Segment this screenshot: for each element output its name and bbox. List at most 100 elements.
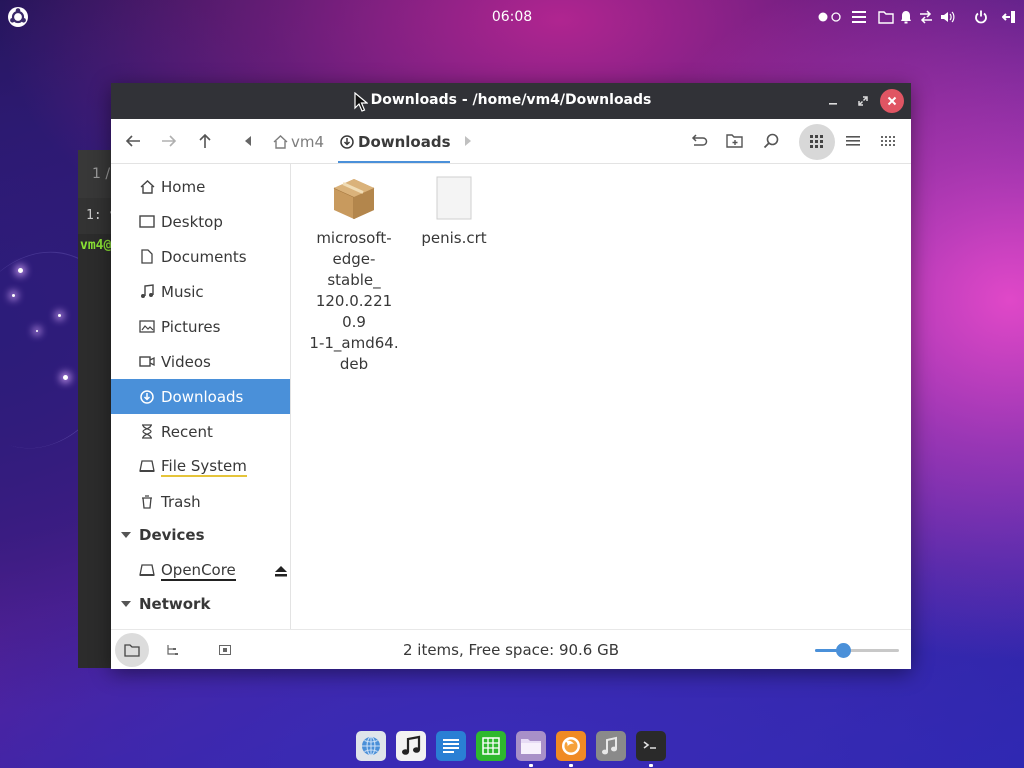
waveform-icon xyxy=(602,736,617,755)
mouse-cursor-icon xyxy=(354,91,369,112)
running-indicator xyxy=(649,764,653,767)
back-button[interactable] xyxy=(117,125,149,157)
dock-spreadsheet[interactable] xyxy=(476,731,506,761)
dock-text-editor[interactable] xyxy=(436,731,466,761)
file-name-line: penis.crt xyxy=(421,229,487,247)
generic-file-icon xyxy=(430,174,478,222)
file-name-line: edge- xyxy=(332,250,376,268)
wallpaper-sparkle xyxy=(58,314,61,317)
folder-icon[interactable] xyxy=(878,7,894,27)
sidebar-section-network[interactable]: Network xyxy=(111,589,290,619)
wallpaper-sparkle xyxy=(63,375,68,380)
sidebar-item-file-system[interactable]: File System xyxy=(111,449,290,484)
sidebar-item-label: Trash xyxy=(161,492,201,511)
minimize-button[interactable] xyxy=(821,89,845,113)
window-title: Downloads - /home/vm4/Downloads xyxy=(370,92,652,108)
sidebar-item-label: Home xyxy=(161,177,206,196)
file-item[interactable]: microsoft- edge- stable_ 120.0.2210.9 1-… xyxy=(309,174,399,375)
compact-view-button[interactable] xyxy=(872,125,904,157)
forward-button[interactable] xyxy=(153,125,185,157)
logout-icon[interactable] xyxy=(1002,7,1016,27)
eject-icon[interactable] xyxy=(275,565,287,577)
up-button[interactable] xyxy=(189,125,221,157)
undo-button[interactable] xyxy=(683,125,715,157)
wallpaper-sparkle xyxy=(18,268,23,273)
dock-terminal[interactable] xyxy=(636,731,666,767)
wallpaper-sparkle xyxy=(36,330,38,332)
download-icon xyxy=(139,389,155,405)
sidebar-item-label: File System xyxy=(161,456,247,477)
expander-icon xyxy=(121,601,131,607)
dock-web-browser[interactable] xyxy=(356,731,386,761)
system-tray xyxy=(812,7,1016,27)
video-icon xyxy=(139,354,155,370)
sidebar-item-music[interactable]: Music xyxy=(111,274,290,309)
list-view-icon xyxy=(846,136,860,146)
toggle-dots-icon[interactable] xyxy=(818,7,842,27)
compact-view-icon xyxy=(881,136,895,146)
search-button[interactable] xyxy=(755,125,787,157)
table-icon xyxy=(482,737,500,755)
new-folder-button[interactable] xyxy=(719,125,751,157)
globe-icon xyxy=(362,736,380,756)
sidebar-item-opencore[interactable]: OpenCore xyxy=(111,553,290,588)
dock-audio-editor[interactable] xyxy=(596,731,626,761)
volume-icon[interactable] xyxy=(940,7,956,27)
zoom-slider[interactable] xyxy=(815,643,899,658)
drive-icon xyxy=(139,563,155,579)
status-text: 2 items, Free space: 90.6 GB xyxy=(402,641,620,659)
arrow-up-icon xyxy=(199,133,211,148)
sidebar-item-label: Recent xyxy=(161,422,213,441)
zoom-slider-handle[interactable] xyxy=(835,643,851,658)
file-item[interactable]: penis.crt xyxy=(409,174,499,249)
dock-music-player[interactable] xyxy=(396,731,426,761)
toolbar: vm4 Downloads xyxy=(111,119,911,164)
power-icon[interactable] xyxy=(974,7,988,27)
list-view-button[interactable] xyxy=(837,125,869,157)
sidebar: Home Desktop Documents Music Pictures Vi… xyxy=(111,164,291,629)
sidebar-item-videos[interactable]: Videos xyxy=(111,344,290,379)
dock-files[interactable] xyxy=(516,731,546,767)
home-icon xyxy=(139,179,155,195)
window-titlebar[interactable]: Downloads - /home/vm4/Downloads xyxy=(111,83,911,119)
menu-icon[interactable] xyxy=(852,7,866,27)
hourglass-icon xyxy=(139,424,155,440)
sidebar-item-recent[interactable]: Recent xyxy=(111,414,290,449)
bell-icon[interactable] xyxy=(900,7,912,27)
wallpaper-sparkle xyxy=(12,294,15,297)
minimize-icon xyxy=(829,103,837,105)
sidebar-item-label: Music xyxy=(161,282,204,301)
close-button[interactable] xyxy=(880,89,904,113)
sidebar-item-desktop[interactable]: Desktop xyxy=(111,204,290,239)
maximize-button[interactable] xyxy=(851,89,875,113)
running-indicator xyxy=(529,764,533,767)
sidebar-item-label: Pictures xyxy=(161,317,221,336)
close-icon xyxy=(887,96,897,106)
triangle-left-icon xyxy=(245,136,251,146)
status-bar: 2 items, Free space: 90.6 GB xyxy=(111,629,911,669)
breadcrumb-scroll-right[interactable] xyxy=(451,125,483,157)
sidebar-section-label: Network xyxy=(139,595,211,613)
breadcrumb-scroll-left[interactable] xyxy=(233,125,265,157)
maximize-icon xyxy=(858,96,868,106)
triangle-right-icon xyxy=(465,136,471,146)
arrow-right-icon xyxy=(162,135,177,147)
dock-firefox[interactable] xyxy=(556,731,586,767)
file-name-line: deb xyxy=(339,355,369,373)
sidebar-item-downloads[interactable]: Downloads xyxy=(111,379,290,414)
network-icon[interactable] xyxy=(918,7,934,27)
icon-view-button[interactable] xyxy=(799,124,835,160)
sidebar-item-label: Downloads xyxy=(161,387,244,406)
file-view[interactable]: microsoft- edge- stable_ 120.0.2210.9 1-… xyxy=(292,164,911,629)
expander-icon xyxy=(121,532,131,538)
home-icon xyxy=(273,135,288,149)
sidebar-item-trash[interactable]: Trash xyxy=(111,484,290,519)
sidebar-section-devices[interactable]: Devices xyxy=(111,520,290,550)
sidebar-item-documents[interactable]: Documents xyxy=(111,239,290,274)
breadcrumb-vm4[interactable]: vm4 xyxy=(273,133,324,151)
breadcrumb-downloads[interactable]: Downloads xyxy=(340,133,451,151)
sidebar-item-home[interactable]: Home xyxy=(111,169,290,204)
music-icon xyxy=(139,284,155,300)
sidebar-item-pictures[interactable]: Pictures xyxy=(111,309,290,344)
grid-view-icon xyxy=(810,135,823,148)
